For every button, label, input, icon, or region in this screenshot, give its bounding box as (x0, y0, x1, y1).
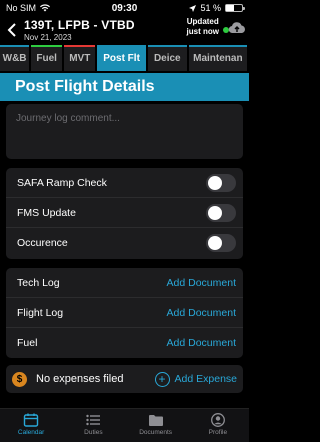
document-label: Flight Log (17, 306, 64, 319)
back-button[interactable] (4, 20, 18, 40)
carrier-label: No SIM (6, 3, 37, 13)
status-left: No SIM (6, 3, 51, 13)
update-status-line1: Updated (186, 17, 219, 26)
tab-label: MVT (69, 52, 91, 64)
chevron-left-icon (7, 23, 16, 37)
tab-indicator-bar (0, 45, 30, 47)
tab-label: Maintenan (193, 52, 243, 64)
flight-date: Nov 21, 2023 (24, 33, 72, 42)
profile-icon (210, 413, 226, 427)
calendar-icon (23, 413, 39, 427)
wifi-icon (40, 4, 51, 12)
journey-log-comment-placeholder: Journey log comment... (16, 113, 120, 124)
update-status-line2: just now (186, 27, 219, 36)
status-bar: No SIM 09:30 51 % (0, 0, 249, 16)
toggle-knob (208, 205, 222, 220)
tab-maintenan[interactable]: Maintenan (188, 45, 247, 71)
dollar-icon: $ (12, 371, 27, 387)
add-document-button[interactable]: Add Document (167, 277, 236, 289)
document-label: Fuel (17, 337, 38, 349)
journey-log-comment-field[interactable]: Journey log comment... (6, 104, 243, 159)
tab-indicator-bar (188, 45, 247, 47)
list-icon (85, 413, 101, 427)
nav-label: Duties (84, 429, 103, 436)
nav-label: Profile (208, 429, 228, 436)
expenses-status: No expenses filed (36, 373, 124, 385)
toggle-row: Occurence (6, 228, 243, 258)
update-status: Updated just now (187, 17, 219, 37)
bottom-nav: Calendar Duties Documents Profile (0, 408, 249, 442)
toggle-switch[interactable] (206, 173, 236, 192)
nav-documents[interactable]: Documents (125, 409, 187, 442)
tab-label: Post Flt (103, 52, 140, 64)
post-flight-toggles: SAFA Ramp Check FMS Update Occurence (6, 168, 243, 259)
battery-icon (225, 4, 245, 12)
tab-indicator-bar (64, 45, 96, 47)
nav-profile[interactable]: Profile (187, 409, 249, 442)
tab-post-flt[interactable]: Post Flt (97, 45, 146, 71)
toggle-switch[interactable] (206, 234, 236, 252)
add-expense-button[interactable]: + Add Expense (154, 371, 237, 387)
tab-deice[interactable]: Deice (147, 45, 187, 71)
tab-label: Deice (153, 52, 181, 64)
battery-level (226, 5, 235, 11)
tab-fuel[interactable]: Fuel (31, 45, 63, 71)
flight-info: 139T, LFPB - VTBD Nov 21, 2023 (24, 18, 135, 42)
toggle-label: SAFA Ramp Check (17, 176, 107, 189)
nav-label: Calendar (17, 429, 45, 436)
flight-header: 139T, LFPB - VTBD Nov 21, 2023 Updated j… (0, 16, 249, 44)
tab-indicator-bar (97, 45, 146, 47)
folder-icon (148, 413, 164, 427)
document-row: Tech Log Add Document (6, 268, 243, 298)
toggle-switch[interactable] (206, 203, 236, 222)
tab-label: W&B (2, 52, 27, 64)
tab-indicator-bar (31, 45, 63, 47)
section-tabs: W&B Fuel MVT Post Flt Deice Maintenan (0, 45, 249, 71)
document-row: Flight Log Add Document (6, 298, 243, 328)
flight-title: 139T, LFPB - VTBD (24, 18, 135, 32)
tab-indicator-bar (147, 45, 187, 47)
toggle-knob (208, 236, 222, 250)
toggle-label: FMS Update (17, 206, 76, 219)
tab-mvt[interactable]: MVT (64, 45, 96, 71)
toggle-row: SAFA Ramp Check (6, 168, 243, 198)
toggle-label: Occurence (17, 237, 68, 249)
tab-label: Fuel (36, 52, 57, 64)
expenses-row: $ No expenses filed + Add Expense (6, 365, 243, 393)
status-right: 51 % (189, 3, 245, 13)
cloud-upload-icon[interactable] (228, 20, 246, 36)
toggle-row: FMS Update (6, 198, 243, 228)
document-row: Fuel Add Document (6, 328, 243, 358)
location-icon (189, 4, 197, 12)
add-document-button[interactable]: Add Document (167, 307, 236, 319)
plus-circle-icon: + (154, 371, 170, 387)
battery-label: 51 % (200, 3, 221, 13)
document-label: Tech Log (17, 276, 60, 289)
add-expense-label: Add Expense (174, 373, 237, 385)
add-document-button[interactable]: Add Document (167, 337, 236, 349)
tab-w-b[interactable]: W&B (0, 45, 30, 71)
post-flight-documents: Tech Log Add Document Flight Log Add Docume… (6, 268, 243, 358)
nav-label: Documents (139, 429, 173, 436)
toggle-knob (208, 175, 222, 190)
nav-duties[interactable]: Duties (62, 409, 124, 442)
nav-calendar[interactable]: Calendar (0, 409, 62, 442)
page-title: Post Flight Details (0, 73, 249, 101)
